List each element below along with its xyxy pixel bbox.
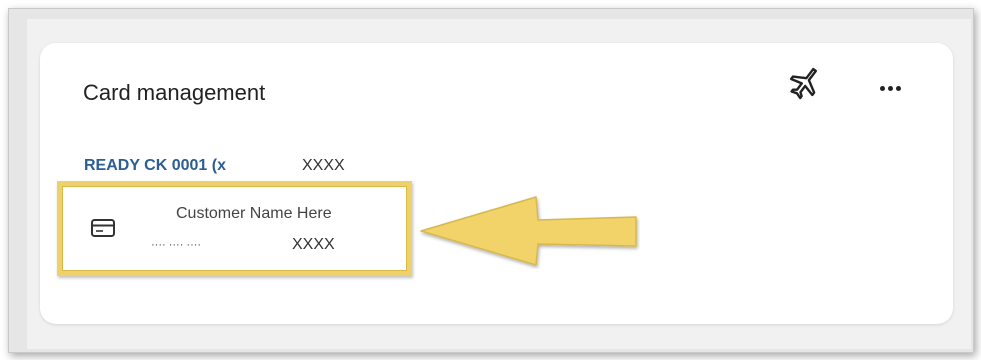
- card-number-suffix: XXXX: [292, 236, 335, 253]
- account-link[interactable]: READY CK 0001 (x: [84, 157, 226, 175]
- highlight-arrow: [418, 193, 640, 269]
- credit-card-icon: [91, 219, 115, 237]
- widget-title: Card management: [83, 80, 266, 105]
- customer-name: Customer Name Here: [176, 205, 332, 222]
- airplane-icon[interactable]: [786, 66, 822, 102]
- dot: [887, 85, 893, 91]
- dot: [879, 85, 885, 91]
- more-options-icon[interactable]: [872, 70, 908, 106]
- dot: [895, 85, 901, 91]
- account-mask: XXXX: [302, 157, 345, 174]
- masked-card-number: ···· ···· ····: [151, 239, 202, 251]
